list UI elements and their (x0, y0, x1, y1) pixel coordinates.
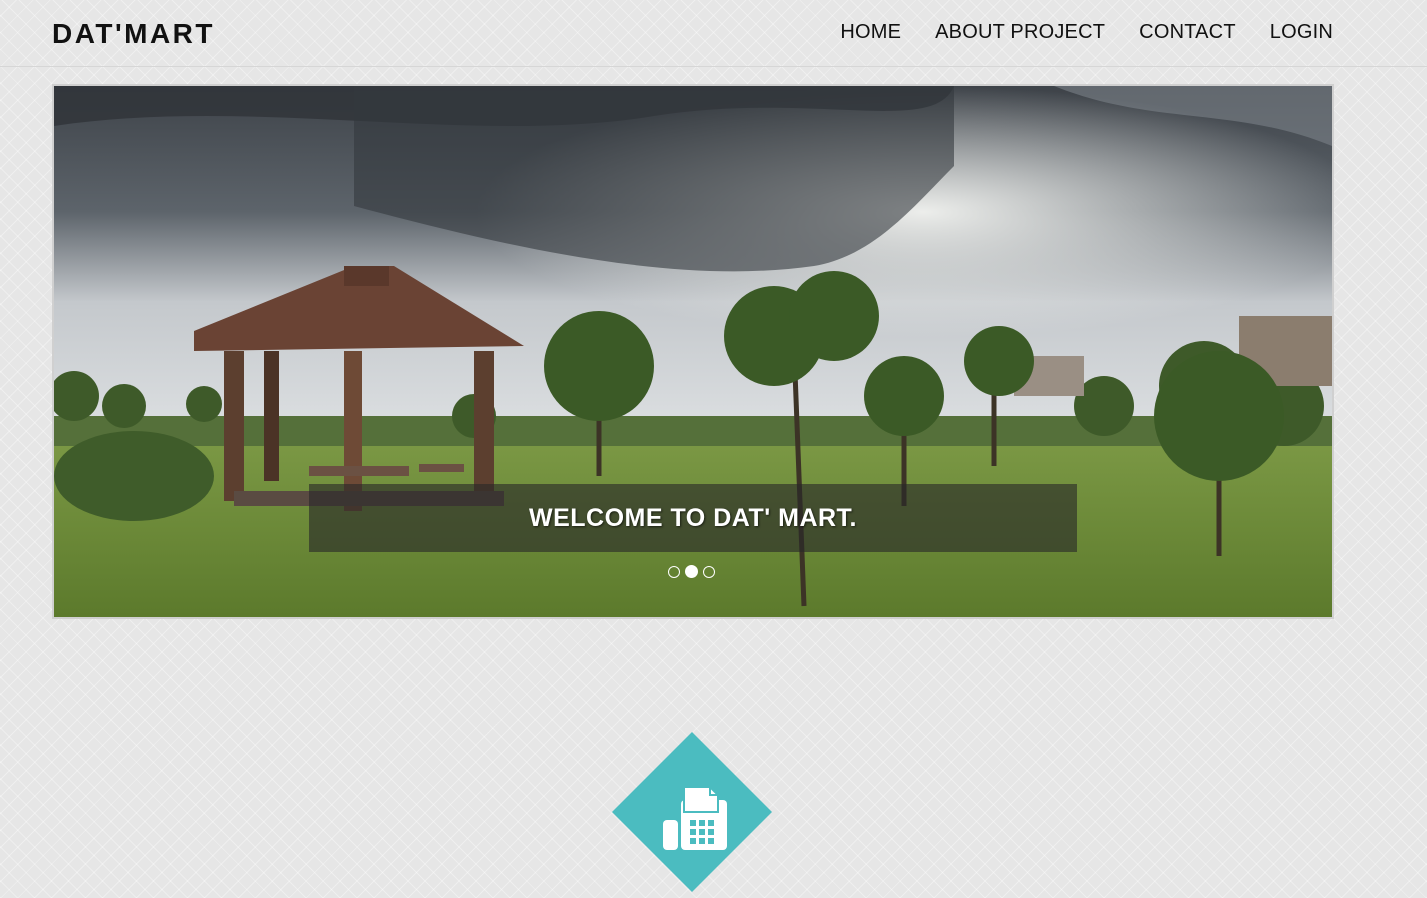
carousel-caption: WELCOME TO DAT' MART. (309, 484, 1077, 552)
fax-icon (612, 732, 772, 892)
nav-contact[interactable]: CONTACT (1139, 21, 1236, 44)
carousel-indicator-1[interactable] (668, 565, 680, 578)
carousel-indicators (668, 565, 715, 578)
nav-home[interactable]: HOME (840, 21, 901, 44)
nav-about-project[interactable]: ABOUT PROJECT (935, 21, 1105, 44)
nav-login[interactable]: LOGIN (1270, 21, 1333, 44)
carousel-caption-text: WELCOME TO DAT' MART. (529, 503, 857, 532)
navbar: DAT'MART HOME ABOUT PROJECT CONTACT LOGI… (0, 0, 1427, 67)
brand-logo[interactable]: DAT'MART (52, 18, 215, 50)
carousel-indicator-2[interactable] (685, 565, 698, 578)
carousel-indicator-3[interactable] (703, 565, 715, 578)
hero-carousel[interactable]: WELCOME TO DAT' MART. (52, 84, 1334, 619)
main-nav: HOME ABOUT PROJECT CONTACT LOGIN (840, 21, 1333, 44)
